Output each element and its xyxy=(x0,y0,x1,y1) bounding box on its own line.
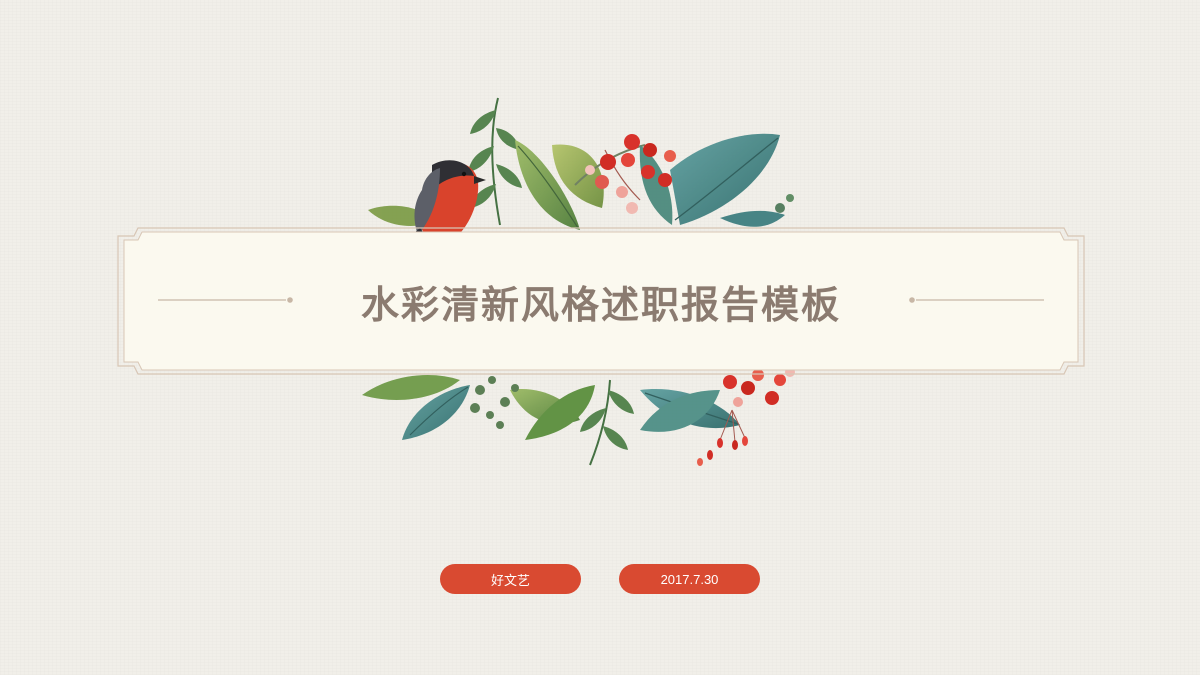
slide: 水彩清新风格述职报告模板 好文艺 2017.7.30 xyxy=(0,0,1200,675)
slide-title: 水彩清新风格述职报告模板 xyxy=(360,281,841,327)
lower-foliage xyxy=(362,375,740,466)
title-banner: 水彩清新风格述职报告模板 xyxy=(116,226,1086,376)
author-pill: 好文艺 xyxy=(440,564,581,594)
date-pill: 2017.7.30 xyxy=(619,564,760,594)
